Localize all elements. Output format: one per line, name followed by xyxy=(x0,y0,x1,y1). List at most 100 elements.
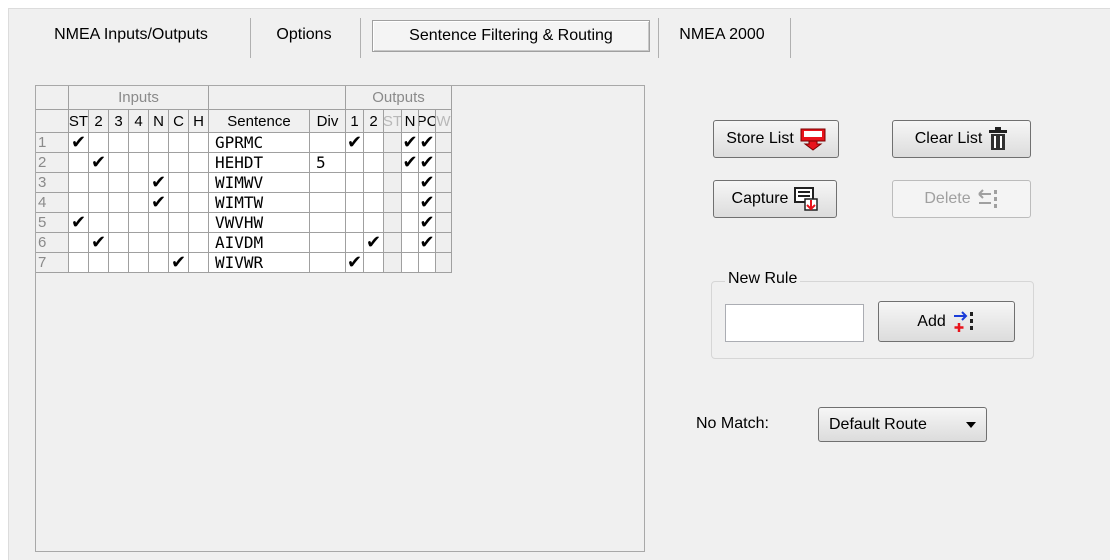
sentence-cell[interactable]: WIVWR xyxy=(209,253,310,273)
input-check-cell[interactable] xyxy=(189,173,209,193)
input-check-cell[interactable] xyxy=(129,153,149,173)
input-check-cell[interactable] xyxy=(169,193,189,213)
div-cell[interactable]: 5 xyxy=(310,153,346,173)
input-check-cell[interactable] xyxy=(89,213,109,233)
output-col-header[interactable]: 2 xyxy=(364,110,384,133)
input-check-cell[interactable]: ✔ xyxy=(89,153,109,173)
sentence-cell[interactable]: VWVHW xyxy=(209,213,310,233)
tab-options[interactable]: Options xyxy=(264,18,344,52)
sentence-cell[interactable]: WIMWV xyxy=(209,173,310,193)
output-col-header[interactable]: ST xyxy=(384,110,402,133)
output-check-cell[interactable] xyxy=(402,193,419,213)
output-col-header[interactable]: N xyxy=(402,110,419,133)
input-check-cell[interactable]: ✔ xyxy=(169,253,189,273)
input-check-cell[interactable] xyxy=(109,193,129,213)
input-col-header[interactable]: N xyxy=(149,110,169,133)
input-col-header[interactable]: ST xyxy=(69,110,89,133)
input-check-cell[interactable] xyxy=(89,173,109,193)
input-check-cell[interactable] xyxy=(69,173,89,193)
sentence-cell[interactable]: GPRMC xyxy=(209,133,310,153)
output-check-cell[interactable]: ✔ xyxy=(402,153,419,173)
div-cell[interactable] xyxy=(310,253,346,273)
capture-button[interactable]: Capture xyxy=(713,180,837,218)
output-check-cell[interactable]: ✔ xyxy=(419,213,436,233)
output-check-cell[interactable]: ✔ xyxy=(419,173,436,193)
output-check-cell[interactable] xyxy=(346,233,364,253)
output-check-cell[interactable] xyxy=(364,253,384,273)
input-check-cell[interactable] xyxy=(109,133,129,153)
input-check-cell[interactable] xyxy=(89,193,109,213)
output-check-cell[interactable] xyxy=(402,253,419,273)
input-check-cell[interactable] xyxy=(189,213,209,233)
div-cell[interactable] xyxy=(310,213,346,233)
input-check-cell[interactable] xyxy=(189,153,209,173)
output-check-cell[interactable] xyxy=(364,153,384,173)
input-col-header[interactable]: H xyxy=(189,110,209,133)
output-check-cell[interactable]: ✔ xyxy=(402,133,419,153)
input-check-cell[interactable]: ✔ xyxy=(149,193,169,213)
input-check-cell[interactable]: ✔ xyxy=(149,173,169,193)
output-col-header[interactable]: PC xyxy=(419,110,436,133)
input-check-cell[interactable] xyxy=(109,253,129,273)
tab-sentence-filtering-routing[interactable]: Sentence Filtering & Routing xyxy=(372,20,650,52)
clear-list-button[interactable]: Clear List xyxy=(892,120,1031,158)
sentence-cell[interactable]: HEHDT xyxy=(209,153,310,173)
input-check-cell[interactable] xyxy=(69,153,89,173)
input-check-cell[interactable] xyxy=(149,133,169,153)
routing-grid[interactable]: InputsOutputsST234NCHSentenceDiv12STNPCW… xyxy=(35,85,645,552)
output-check-cell[interactable]: ✔ xyxy=(419,133,436,153)
no-match-dropdown[interactable]: Default Route xyxy=(818,407,987,442)
output-check-cell[interactable] xyxy=(364,213,384,233)
input-check-cell[interactable] xyxy=(89,253,109,273)
div-cell[interactable] xyxy=(310,173,346,193)
output-col-header[interactable]: W xyxy=(436,110,452,133)
input-check-cell[interactable] xyxy=(169,173,189,193)
input-check-cell[interactable] xyxy=(109,233,129,253)
div-cell[interactable] xyxy=(310,133,346,153)
input-check-cell[interactable]: ✔ xyxy=(69,213,89,233)
input-check-cell[interactable] xyxy=(129,213,149,233)
input-check-cell[interactable] xyxy=(129,173,149,193)
store-list-button[interactable]: Store List xyxy=(713,120,839,158)
output-check-cell[interactable] xyxy=(364,193,384,213)
input-check-cell[interactable] xyxy=(129,193,149,213)
input-col-header[interactable]: 4 xyxy=(129,110,149,133)
delete-button[interactable]: Delete xyxy=(892,180,1031,218)
input-col-header[interactable]: C xyxy=(169,110,189,133)
input-check-cell[interactable] xyxy=(109,213,129,233)
input-check-cell[interactable] xyxy=(129,233,149,253)
input-check-cell[interactable] xyxy=(69,193,89,213)
input-check-cell[interactable] xyxy=(169,213,189,233)
output-check-cell[interactable] xyxy=(346,213,364,233)
input-check-cell[interactable] xyxy=(69,233,89,253)
input-check-cell[interactable] xyxy=(189,193,209,213)
input-check-cell[interactable] xyxy=(109,173,129,193)
tab-nmea-inputs-outputs[interactable]: NMEA Inputs/Outputs xyxy=(26,18,236,52)
input-check-cell[interactable] xyxy=(189,233,209,253)
sentence-cell[interactable]: WIMTW xyxy=(209,193,310,213)
input-check-cell[interactable] xyxy=(169,233,189,253)
output-check-cell[interactable]: ✔ xyxy=(364,233,384,253)
input-col-header[interactable]: 3 xyxy=(109,110,129,133)
div-cell[interactable] xyxy=(310,193,346,213)
new-rule-input[interactable] xyxy=(725,304,864,342)
input-check-cell[interactable]: ✔ xyxy=(89,233,109,253)
input-check-cell[interactable] xyxy=(89,133,109,153)
output-check-cell[interactable] xyxy=(346,173,364,193)
sentence-col-header[interactable]: Sentence xyxy=(209,110,310,133)
output-check-cell[interactable] xyxy=(364,173,384,193)
output-col-header[interactable]: 1 xyxy=(346,110,364,133)
output-check-cell[interactable] xyxy=(402,173,419,193)
input-check-cell[interactable] xyxy=(129,133,149,153)
output-check-cell[interactable]: ✔ xyxy=(419,233,436,253)
input-check-cell[interactable] xyxy=(149,253,169,273)
output-check-cell[interactable] xyxy=(419,253,436,273)
input-check-cell[interactable] xyxy=(69,253,89,273)
input-check-cell[interactable] xyxy=(149,153,169,173)
input-check-cell[interactable]: ✔ xyxy=(69,133,89,153)
tab-nmea-2000[interactable]: NMEA 2000 xyxy=(668,18,776,52)
sentence-cell[interactable]: AIVDM xyxy=(209,233,310,253)
div-cell[interactable] xyxy=(310,233,346,253)
output-check-cell[interactable]: ✔ xyxy=(419,153,436,173)
input-check-cell[interactable] xyxy=(169,153,189,173)
